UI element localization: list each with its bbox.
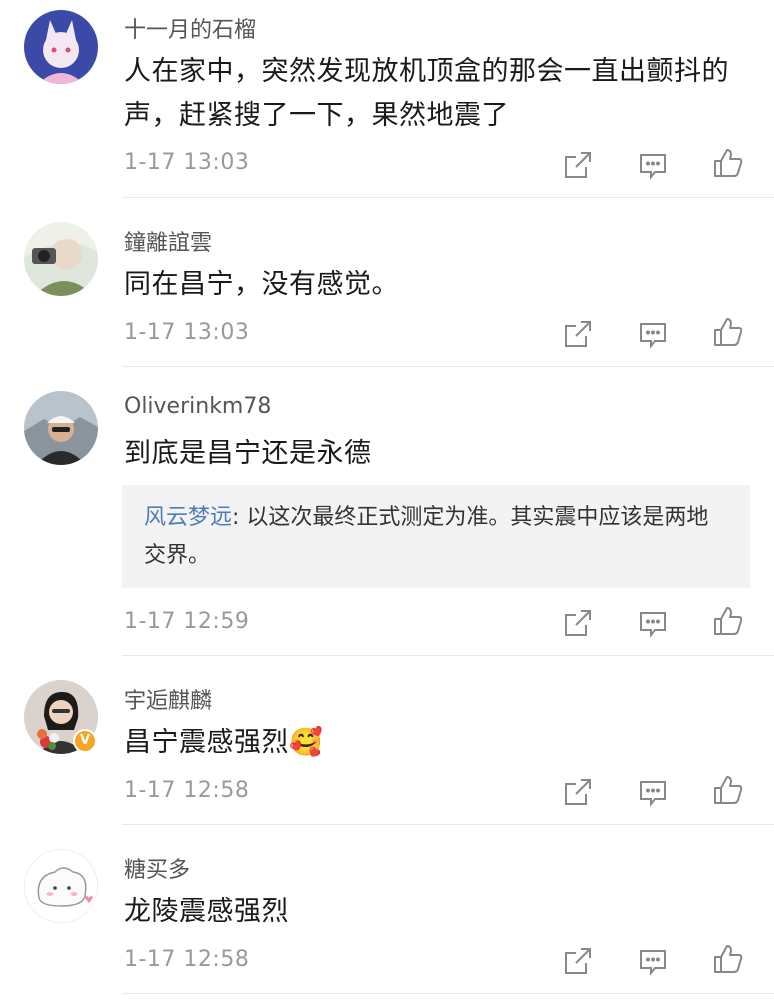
divider (122, 655, 774, 656)
thumbs-up-icon[interactable] (711, 315, 745, 349)
username[interactable]: 宇逅麒麟 (124, 683, 212, 715)
thumbs-up-icon[interactable] (711, 604, 745, 638)
comment-icon[interactable] (636, 775, 670, 809)
share-icon[interactable] (561, 775, 595, 809)
username[interactable]: Oliverinkm78 (124, 394, 271, 419)
thumbs-up-icon[interactable] (711, 146, 745, 180)
thumbs-up-icon[interactable] (711, 942, 745, 976)
comment-icon[interactable] (636, 317, 670, 351)
comment-text: 昌宁震感强烈🥰 (124, 727, 324, 758)
share-icon[interactable] (561, 944, 595, 978)
share-icon[interactable] (561, 148, 595, 182)
username[interactable]: 鐘離誼雲 (124, 225, 212, 257)
reply-username[interactable]: 风云梦远 (144, 505, 232, 530)
thumbs-up-icon[interactable] (711, 773, 745, 807)
divider (122, 197, 774, 198)
comment-icon[interactable] (636, 606, 670, 640)
share-icon[interactable] (561, 317, 595, 351)
avatar[interactable] (24, 391, 98, 465)
timestamp: 1-17 12:58 (124, 947, 250, 972)
comment-text: 同在昌宁，没有感觉。 (124, 269, 399, 300)
comment-icon[interactable] (636, 944, 670, 978)
comment-text: 到底是昌宁还是永德 (124, 438, 372, 469)
username[interactable]: 糖买多 (124, 852, 190, 884)
divider (122, 824, 774, 825)
divider (122, 366, 774, 367)
timestamp: 1-17 12:58 (124, 778, 250, 803)
reply-quote[interactable]: 风云梦远: 以这次最终正式测定为准。其实震中应该是两地交界。 (122, 485, 750, 588)
share-icon[interactable] (561, 606, 595, 640)
timestamp: 1-17 13:03 (124, 320, 250, 345)
avatar[interactable] (24, 849, 98, 923)
timestamp: 1-17 12:59 (124, 609, 250, 634)
comment-text: 人在家中，突然发现放机顶盒的那会一直出颤抖的声，赶紧搜了一下，果然地震了 (124, 56, 729, 131)
avatar[interactable] (24, 222, 98, 296)
username[interactable]: 十一月的石榴 (124, 12, 256, 44)
comment-text: 龙陵震感强烈 (124, 896, 289, 927)
avatar[interactable] (24, 10, 98, 84)
timestamp: 1-17 13:03 (124, 150, 250, 175)
divider (122, 993, 774, 994)
comment-icon[interactable] (636, 148, 670, 182)
verified-badge: V (73, 729, 97, 753)
